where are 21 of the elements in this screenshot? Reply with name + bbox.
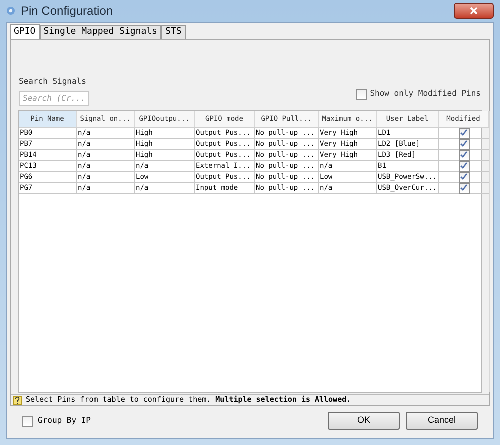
checkbox[interactable] <box>458 150 470 160</box>
dialog-button[interactable]: Cancel <box>406 412 478 430</box>
checkbox-label: Group By IP <box>38 415 91 427</box>
dialog-button[interactable]: OK <box>328 412 400 430</box>
help-icon <box>13 396 22 404</box>
checkbox[interactable] <box>458 128 470 138</box>
search-label: Search Signals <box>19 76 88 88</box>
tab[interactable]: STS <box>161 25 186 39</box>
checkbox[interactable] <box>458 172 470 182</box>
checkbox[interactable] <box>356 88 368 100</box>
checkbox-label: Show only Modified Pins <box>370 88 481 100</box>
close-button[interactable] <box>454 3 494 19</box>
checkbox[interactable] <box>458 138 470 150</box>
search-field[interactable]: Search (Cr... <box>19 91 89 106</box>
checkbox[interactable] <box>22 416 33 426</box>
checkbox[interactable] <box>458 182 470 194</box>
window-title: Pin Configuration <box>21 3 114 20</box>
tab[interactable]: GPIO <box>10 24 40 39</box>
checkbox[interactable] <box>458 160 470 172</box>
close-icon <box>470 7 478 15</box>
tab[interactable]: Single Mapped Signals <box>40 25 162 39</box>
